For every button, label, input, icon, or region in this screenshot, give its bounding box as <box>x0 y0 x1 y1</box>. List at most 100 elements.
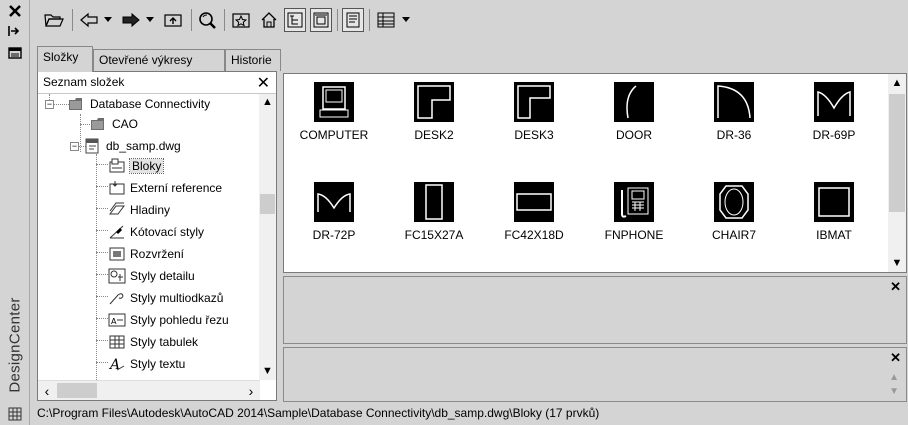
block-item[interactable]: FC42X18D <box>484 182 584 252</box>
collapse-toggle[interactable]: − <box>45 100 54 109</box>
tree-item-cao[interactable]: CAO <box>90 114 138 134</box>
scroll-up-icon[interactable]: ▲ <box>888 74 906 92</box>
fc15x27a-block-icon <box>414 182 454 222</box>
tab-folders[interactable]: Složky <box>37 46 93 72</box>
scroll-thumb[interactable] <box>57 383 97 398</box>
tree-item-text-styles[interactable]: A Styly textu <box>108 354 185 374</box>
tree-item-bloky[interactable]: Bloky <box>108 156 165 176</box>
fc42x18d-block-icon <box>514 182 554 222</box>
tree-vertical-scrollbar[interactable]: ▲ ▼ <box>259 94 276 380</box>
forward-dropdown[interactable] <box>144 8 156 32</box>
search-button[interactable] <box>196 8 220 32</box>
scroll-thumb[interactable] <box>889 94 905 212</box>
layers-icon <box>109 202 125 215</box>
folder-icon <box>69 98 82 110</box>
tree-item-detail-styles[interactable]: Styly detailu <box>108 266 195 286</box>
search-icon <box>199 12 216 29</box>
block-item[interactable]: DOOR <box>584 82 684 152</box>
scroll-thumb[interactable] <box>260 194 275 214</box>
dropdown-arrow-icon <box>146 17 154 22</box>
grid-view-icon[interactable] <box>5 405 25 423</box>
ibmat-block-icon <box>814 182 854 222</box>
back-dropdown[interactable] <box>102 8 114 32</box>
preview-toggle-button[interactable] <box>310 8 332 32</box>
tree-item-dimstyles[interactable]: Kótovací styly <box>108 222 204 242</box>
auto-hide-icon[interactable] <box>5 22 25 40</box>
scroll-down-icon[interactable]: ▼ <box>889 386 899 397</box>
tree-item-section-styles[interactable]: A Styly pohledu řezu <box>108 310 229 330</box>
tab-open-drawings[interactable]: Otevřené výkresy <box>93 49 225 71</box>
status-bar: C:\Program Files\Autodesk\AutoCAD 2014\S… <box>30 403 908 425</box>
preview-pane: ✕ <box>283 276 907 344</box>
computer-block-icon <box>314 82 354 122</box>
desk3-block-icon <box>514 82 554 122</box>
scroll-up-icon[interactable]: ▲ <box>259 94 276 111</box>
tree-close-icon[interactable]: ✕ <box>257 73 270 93</box>
back-button[interactable] <box>78 8 100 32</box>
properties-menu-icon[interactable] <box>5 44 25 62</box>
favorites-button[interactable] <box>229 8 253 32</box>
close-preview-icon[interactable]: ✕ <box>890 279 901 295</box>
tree-item-layers[interactable]: Hladiny <box>108 200 170 220</box>
description-toggle-button[interactable] <box>342 8 364 32</box>
block-item[interactable]: DR-69P <box>784 82 884 152</box>
dropdown-arrow-icon <box>402 17 410 22</box>
xref-icon <box>109 181 125 195</box>
load-button[interactable] <box>42 8 66 32</box>
tree-view-toggle-button[interactable] <box>284 8 306 32</box>
door-block-icon <box>614 82 654 122</box>
scroll-down-icon[interactable]: ▼ <box>888 254 906 272</box>
block-item[interactable]: FNPHONE <box>584 182 684 252</box>
palette-title: DesignCenter <box>6 297 24 393</box>
blocks-icon <box>109 158 125 173</box>
block-item[interactable]: COMPUTER <box>284 82 384 152</box>
status-path: C:\Program Files\Autodesk\AutoCAD 2014\S… <box>37 406 600 420</box>
tree-item-xrefs[interactable]: Externí reference <box>108 178 222 198</box>
tree-item-mleader-styles[interactable]: Styly multiodkazů <box>108 288 223 308</box>
home-button[interactable] <box>257 8 281 32</box>
scroll-right-icon[interactable]: › <box>242 381 260 401</box>
up-button[interactable] <box>162 8 184 32</box>
drawing-file-icon <box>85 138 99 154</box>
dimstyle-icon <box>109 225 124 239</box>
preview-icon <box>313 12 329 28</box>
scroll-down-icon[interactable]: ▼ <box>259 363 276 380</box>
separator <box>224 9 225 31</box>
close-palette-icon[interactable] <box>5 2 25 20</box>
separator <box>191 9 192 31</box>
folder-tree: − − Database Connectivity CAO db_samp.dw… <box>38 94 260 380</box>
content-vertical-scrollbar[interactable]: ▲ ▼ <box>888 74 906 272</box>
views-button[interactable] <box>374 8 398 32</box>
views-dropdown[interactable] <box>400 8 412 32</box>
block-item[interactable]: DESK3 <box>484 82 584 152</box>
scroll-left-icon[interactable]: ‹ <box>38 381 56 401</box>
block-item[interactable]: FC15X27A <box>384 182 484 252</box>
tree-item-db-samp[interactable]: db_samp.dwg <box>84 136 181 156</box>
dropdown-arrow-icon <box>104 17 112 22</box>
tab-history[interactable]: Historie <box>225 49 281 71</box>
tree-horizontal-scrollbar[interactable]: ‹ › <box>38 380 260 400</box>
dr69p-block-icon <box>814 82 854 122</box>
home-icon <box>261 12 277 28</box>
tree-item-layouts[interactable]: Rozvržení <box>108 244 184 264</box>
toolbar <box>30 0 908 44</box>
description-icon <box>346 12 360 28</box>
open-folder-icon <box>44 14 64 27</box>
tree-header-title: Seznam složek <box>43 75 125 89</box>
text-style-icon: A <box>108 357 125 372</box>
up-folder-icon <box>164 14 182 27</box>
tree-item-table-styles[interactable]: Styly tabulek <box>108 332 198 352</box>
folder-icon <box>91 118 104 130</box>
scroll-up-icon[interactable]: ▲ <box>889 372 899 383</box>
close-description-icon[interactable]: ✕ <box>890 350 901 366</box>
separator <box>72 9 73 31</box>
tree-item-database-connectivity[interactable]: Database Connectivity <box>68 94 210 114</box>
block-item[interactable]: DR-36 <box>684 82 784 152</box>
mleader-style-icon <box>109 293 124 305</box>
forward-button[interactable] <box>120 8 142 32</box>
block-item[interactable]: DESK2 <box>384 82 484 152</box>
block-item[interactable]: CHAIR7 <box>684 182 784 252</box>
block-item[interactable]: IBMAT <box>784 182 884 252</box>
block-item[interactable]: DR-72P <box>284 182 384 252</box>
collapse-toggle[interactable]: − <box>70 142 79 151</box>
